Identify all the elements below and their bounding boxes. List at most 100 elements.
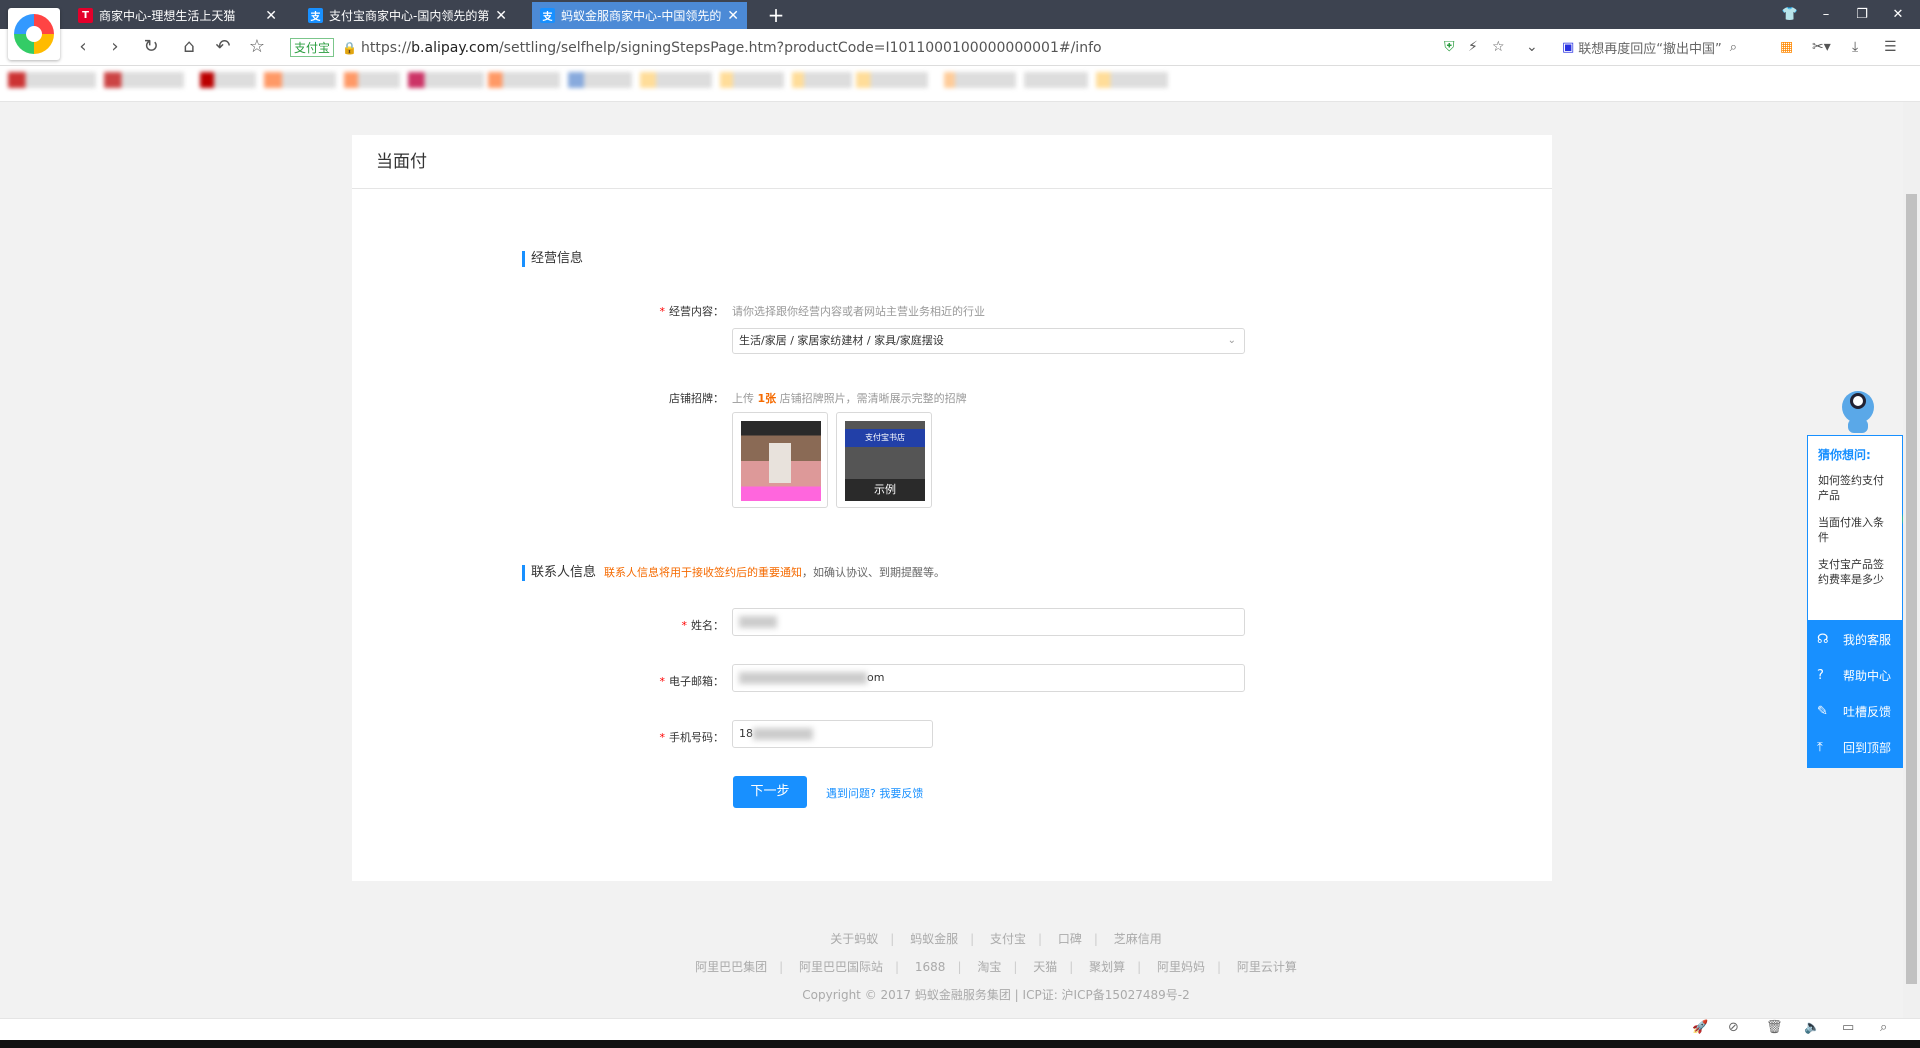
business-category-value: 生活/家居 / 家居家纺建材 / 家具/家庭摆设 (739, 334, 944, 347)
email-field[interactable]: om (732, 664, 1245, 692)
help-question[interactable]: 当面付准入条件 (1808, 509, 1902, 551)
zoom-icon[interactable]: ⌕ (1880, 1020, 1887, 1035)
scissors-icon[interactable]: ✂▾ (1812, 36, 1831, 58)
bookmark-item[interactable] (856, 72, 928, 88)
page-title: 当面付 (352, 135, 1552, 189)
tab-tmall[interactable]: T 商家中心-理想生活上天猫 ✕ (70, 2, 285, 29)
lightning-icon[interactable]: ⚡ (1468, 36, 1478, 58)
my-service-button[interactable]: ☊ 我的客服 (1807, 621, 1903, 657)
footer-link[interactable]: 蚂蚁金服 (898, 932, 970, 946)
status-bar (0, 1018, 1920, 1040)
assistant-robot-icon[interactable] (1836, 385, 1880, 435)
bookmark-star-icon[interactable]: ☆ (1492, 36, 1505, 58)
business-category-select[interactable]: 生活/家居 / 家居家纺建材 / 家具/家庭摆设 ⌄ (732, 328, 1245, 354)
help-widget: 猜你想问: 如何签约支付产品 当面付准入条件 支付宝产品签约费率是多少 ☊ 我的客… (1807, 435, 1903, 768)
menu-icon[interactable]: ☰ (1884, 36, 1897, 58)
help-questions: 猜你想问: 如何签约支付产品 当面付准入条件 支付宝产品签约费率是多少 (1807, 435, 1903, 621)
redacted-email (739, 672, 867, 684)
back-icon[interactable]: ‹ (70, 36, 96, 58)
rocket-icon[interactable]: 🚀 (1692, 1020, 1708, 1035)
bookmark-item[interactable] (944, 72, 1016, 88)
footer-link[interactable]: 阿里云计算 (1225, 960, 1309, 974)
bookmark-item[interactable] (344, 72, 400, 88)
phone-label: * 手机号码： (659, 731, 725, 744)
bookmark-item[interactable] (104, 72, 184, 88)
trash-icon[interactable]: 🗑 (1766, 1020, 1783, 1035)
bookmark-item[interactable] (488, 72, 560, 88)
bookmark-item[interactable] (720, 72, 784, 88)
bookmark-item[interactable] (200, 72, 256, 88)
close-icon[interactable]: ✕ (727, 8, 739, 24)
section-business-info: 经营信息 (522, 251, 583, 267)
bookmark-item[interactable] (264, 72, 336, 88)
bookmark-item[interactable] (1096, 72, 1168, 88)
footer-link[interactable]: 口碑 (1046, 932, 1094, 946)
tab-antfin-merchant[interactable]: 支 蚂蚁金服商家中心-中国领先的第三方 ✕ (532, 2, 747, 29)
next-step-button[interactable]: 下一步 (733, 776, 807, 808)
help-center-button[interactable]: ? 帮助中心 (1807, 657, 1903, 693)
main-card: 当面付 (352, 135, 1552, 881)
bookmark-item[interactable] (792, 72, 852, 88)
search-box[interactable]: ▣ 联想再度回应“撤出中国” ⌕ (1562, 36, 1762, 58)
bookmark-item[interactable] (1024, 72, 1088, 88)
search-text: 联想再度回应“撤出中国” (1578, 41, 1722, 57)
url-text[interactable]: https://b.alipay.com/settling/selfhelp/s… (361, 40, 1102, 56)
skin-icon[interactable]: 👕 (1772, 0, 1808, 29)
tab-title: 支付宝商家中心-国内领先的第三方 (329, 9, 490, 23)
footer-link[interactable]: 聚划算 (1077, 960, 1137, 974)
shop-sign-hint: 上传 1张 店铺招牌照片，需清晰展示完整的招牌 (732, 392, 967, 405)
copyright: Copyright © 2017 蚂蚁金融服务集团 | ICP证: 沪ICP备1… (802, 988, 1190, 1002)
footer-link[interactable]: 芝麻信用 (1102, 932, 1174, 946)
shield-icon[interactable]: ⛨ (1444, 36, 1455, 58)
help-question[interactable]: 支付宝产品签约费率是多少 (1808, 551, 1902, 593)
bookmark-item[interactable] (8, 72, 96, 88)
bookmark-item[interactable] (408, 72, 484, 88)
footer-link[interactable]: 天猫 (1021, 960, 1069, 974)
name-field[interactable] (732, 608, 1245, 636)
back-to-top-button[interactable]: ⤒ 回到顶部 (1807, 729, 1903, 765)
shop-sign-upload[interactable] (732, 412, 828, 508)
redacted-name (739, 616, 777, 628)
scrollbar[interactable] (1903, 102, 1920, 1018)
minimize-button[interactable]: – (1808, 0, 1844, 29)
feedback-button[interactable]: ✎ 吐槽反馈 (1807, 693, 1903, 729)
sound-icon[interactable]: 🔈 (1804, 1020, 1820, 1035)
example-caption: 示例 (845, 479, 925, 501)
undo-icon[interactable]: ↶ (210, 36, 236, 58)
scrollbar-thumb[interactable] (1906, 194, 1917, 984)
bookmark-item[interactable] (568, 72, 632, 88)
apps-icon[interactable]: ▦ (1780, 36, 1793, 58)
download-icon[interactable]: ⤓ (1852, 36, 1858, 58)
lock-icon: 🔒 (342, 40, 357, 55)
home-icon[interactable]: ⌂ (176, 36, 202, 58)
bookmark-item[interactable] (640, 72, 712, 88)
footer-link[interactable]: 支付宝 (978, 932, 1038, 946)
footer-link[interactable]: 阿里妈妈 (1145, 960, 1217, 974)
browser-logo[interactable] (8, 8, 60, 60)
email-label: * 电子邮箱： (659, 675, 725, 688)
footer-link[interactable]: 阿里巴巴集团 (683, 960, 779, 974)
footer-link[interactable]: 淘宝 (965, 960, 1013, 974)
tab-alipay-merchant[interactable]: 支 支付宝商家中心-国内领先的第三方 ✕ (300, 2, 515, 29)
address-bar[interactable]: 支付宝 🔒 https://b.alipay.com/settling/self… (290, 34, 1450, 61)
close-icon[interactable]: ✕ (265, 8, 277, 24)
business-content-hint: 请你选择跟你经营内容或者网站主营业务相近的行业 (732, 305, 985, 318)
footer-link[interactable]: 阿里巴巴国际站 (787, 960, 895, 974)
close-icon[interactable]: ✕ (495, 8, 507, 24)
section-contact-info: 联系人信息 联系人信息将用于接收签约后的重要通知，如确认协议、到期提醒等。 (522, 565, 945, 581)
feedback-link[interactable]: 遇到问题? 我要反馈 (826, 785, 923, 801)
window-icon[interactable]: ▭ (1842, 1020, 1854, 1035)
no-image-icon[interactable]: ⊘ (1728, 1020, 1739, 1035)
phone-field[interactable]: 18 (732, 720, 933, 748)
help-question[interactable]: 如何签约支付产品 (1808, 467, 1902, 509)
footer-link[interactable]: 1688 (903, 960, 958, 974)
star-icon[interactable]: ☆ (244, 36, 270, 58)
close-window-button[interactable]: ✕ (1880, 0, 1916, 29)
restore-button[interactable]: ❐ (1844, 0, 1880, 29)
reload-icon[interactable]: ↻ (138, 36, 164, 58)
search-icon[interactable]: ⌕ (1730, 40, 1737, 55)
chevron-down-icon[interactable]: ⌄ (1526, 36, 1538, 58)
footer-link[interactable]: 关于蚂蚁 (818, 932, 890, 946)
forward-icon[interactable]: › (102, 36, 128, 58)
new-tab-button[interactable]: + (762, 2, 790, 28)
